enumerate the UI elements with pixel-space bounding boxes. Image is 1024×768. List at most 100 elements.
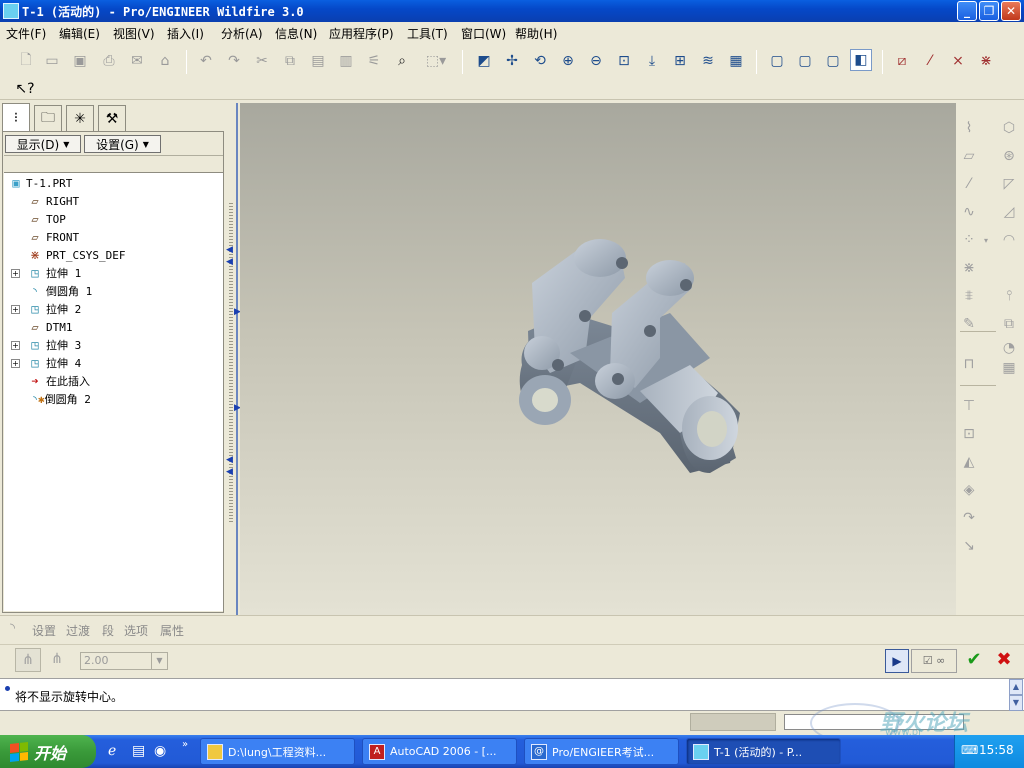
model-tree-tab[interactable]: ⁝ [2,103,30,132]
collapse-arrow-icon[interactable]: ◀ [226,467,233,477]
view-manager-icon[interactable]: ▦ [725,50,747,72]
context-help-icon[interactable]: ↖? [14,78,36,100]
tree-item-extrude-4[interactable]: + ◳ 拉伸 4 [4,354,223,372]
tab-options[interactable]: 选项 [124,622,148,639]
extrude-tool-icon[interactable]: ⊤ [958,395,980,417]
shading-icon[interactable]: ◧ [850,49,872,71]
undo-icon[interactable]: ↶ [195,50,217,72]
email-icon[interactable]: ✉ [126,50,148,72]
warp-icon[interactable]: ↷ [958,507,980,529]
paste-icon[interactable]: ▤ [307,50,329,72]
keyboard-icon[interactable]: ⌨ [961,743,978,757]
print-icon[interactable]: ⎙ [98,50,120,72]
close-button[interactable]: ✕ [1001,1,1021,21]
hidden-line-icon[interactable]: ▢ [794,50,816,72]
tree-item-extrude-3[interactable]: + ◳ 拉伸 3 [4,336,223,354]
datum-point-tool-icon[interactable]: ⁘ [958,229,980,251]
datum-planes-toggle-icon[interactable]: ⧄ [891,50,913,72]
new-file-icon[interactable]: 🗋 [15,50,37,72]
reorient-icon[interactable]: ⤓ [641,50,663,72]
scroll-down-button[interactable]: ▼ [1009,695,1023,711]
tree-item-round-1[interactable]: ◝ 倒圆角 1 [4,282,223,300]
no-hidden-icon[interactable]: ▢ [822,50,844,72]
window-title-bar[interactable]: T-1 (活动的) - Pro/ENGINEER Wildfire 3.0 _ … [0,0,1024,22]
datum-point-flyout-icon[interactable]: ▾ [980,229,992,251]
spin-center-icon[interactable]: ✢ [501,50,523,72]
cut-icon[interactable]: ✂ [251,50,273,72]
merge-icon[interactable]: ⧉ [998,313,1020,335]
grid-icon[interactable]: ▦ [998,357,1020,379]
round-tool-icon[interactable]: ◠ [998,229,1020,251]
collapse-arrow-icon[interactable]: ◀ [226,257,233,267]
pause-resume-button[interactable]: ▶ [885,649,909,673]
menu-analysis[interactable]: 分析(A) [221,25,263,42]
menu-window[interactable]: 窗口(W) [461,25,506,42]
email-link-icon[interactable]: ⌂ [154,50,176,72]
datum-plane-tool-icon[interactable]: ▱ [958,145,980,167]
menu-view[interactable]: 视图(V) [113,25,155,42]
shell-icon[interactable]: ⊛ [998,145,1020,167]
preview-button[interactable]: ☑ ∞ [911,649,957,673]
favorites-tab[interactable]: ✳ [66,105,94,131]
variable-sweep-icon[interactable]: ◭ [958,451,980,473]
dropdown-arrow-icon[interactable]: ▼ [151,653,167,669]
paste-special-icon[interactable]: ▥ [335,50,357,72]
menu-info[interactable]: 信息(N) [275,25,317,42]
zoom-in-icon[interactable]: ⊕ [557,50,579,72]
menu-insert[interactable]: 插入(I) [167,25,204,42]
layers-icon[interactable]: ≋ [697,50,719,72]
maximize-button[interactable]: ❐ [979,1,999,21]
collapse-arrow-icon[interactable]: ◀ [226,245,233,255]
cancel-button[interactable]: ✖ [992,649,1016,673]
expand-toggle[interactable]: + [11,268,20,278]
revolve-tool-icon[interactable]: ⊡ [958,423,980,445]
expand-toggle[interactable]: + [11,340,20,350]
round-set-mode-icon[interactable]: ⋔ [15,648,41,672]
open-file-icon[interactable]: ▭ [41,50,63,72]
csys-toggle-icon[interactable]: ⋇ [975,50,997,72]
quicklaunch-overflow-icon[interactable]: » [182,739,188,750]
desktop-quicklaunch-icon[interactable]: ▤ [132,743,145,759]
ie-quicklaunch-icon[interactable]: ℯ [108,743,116,759]
datum-axes-toggle-icon[interactable]: ⁄ [919,50,941,72]
tree-item-top[interactable]: ▱ TOP [4,210,223,228]
tree-item-dtm1[interactable]: ▱ DTM1 [4,318,223,336]
hole-icon[interactable]: ⬡ [998,117,1020,139]
panel-splitter[interactable]: ◀ ◀ ▶ ▶ ◀ ◀ [226,103,241,615]
tree-item-right[interactable]: ▱ RIGHT [4,192,223,210]
task-browser[interactable]: @ Pro/ENGIEER考试... [524,738,679,765]
tab-settings[interactable]: 设置 [32,622,56,639]
tab-properties[interactable]: 属性 [160,622,184,639]
menu-help[interactable]: 帮助(H) [515,25,557,42]
csys-tool-icon[interactable]: ⋇ [958,257,980,279]
tree-item-insert-here[interactable]: ➔ 在此插入 [4,372,223,390]
radius-value-field[interactable]: 2.00 ▼ [80,652,168,670]
transition-mode-icon[interactable]: ⋔ [45,648,69,672]
tree-item-extrude-1[interactable]: + ◳ 拉伸 1 [4,264,223,282]
media-quicklaunch-icon[interactable]: ◉ [154,743,166,759]
clock[interactable]: 15:58 [979,743,1014,757]
rib-icon[interactable]: ◸ [998,173,1020,195]
draft-icon[interactable]: ◿ [998,201,1020,223]
datum-points-toggle-icon[interactable]: ⨯ [947,50,969,72]
accept-button[interactable]: ✔ [962,649,986,673]
style-icon[interactable]: ↘ [958,535,980,557]
orient-mode-icon[interactable]: ⟲ [529,50,551,72]
copy-icon[interactable]: ⧉ [279,50,301,72]
find-icon[interactable]: ⌕ [391,50,413,72]
mirror-icon[interactable]: ⫯ [998,285,1020,307]
model-3d-view[interactable] [240,103,956,615]
task-proe[interactable]: T-1 (活动的) - P... [686,738,841,765]
pattern-icon[interactable]: ⊓ [958,353,980,375]
tree-item-extrude-2[interactable]: + ◳ 拉伸 2 [4,300,223,318]
selection-box-icon[interactable]: ⬚▾ [419,50,453,72]
datum-curve-icon[interactable]: ∿ [958,201,980,223]
start-button[interactable]: 开始 [0,735,96,768]
tree-item-front[interactable]: ▱ FRONT [4,228,223,246]
graphics-window[interactable] [240,103,956,615]
wireframe-icon[interactable]: ▢ [766,50,788,72]
menu-file[interactable]: 文件(F) [6,25,46,42]
save-icon[interactable]: ▣ [69,50,91,72]
analysis-feature-icon[interactable]: ⩨ [958,285,980,307]
layers-tab[interactable]: 🗀 [34,105,62,131]
